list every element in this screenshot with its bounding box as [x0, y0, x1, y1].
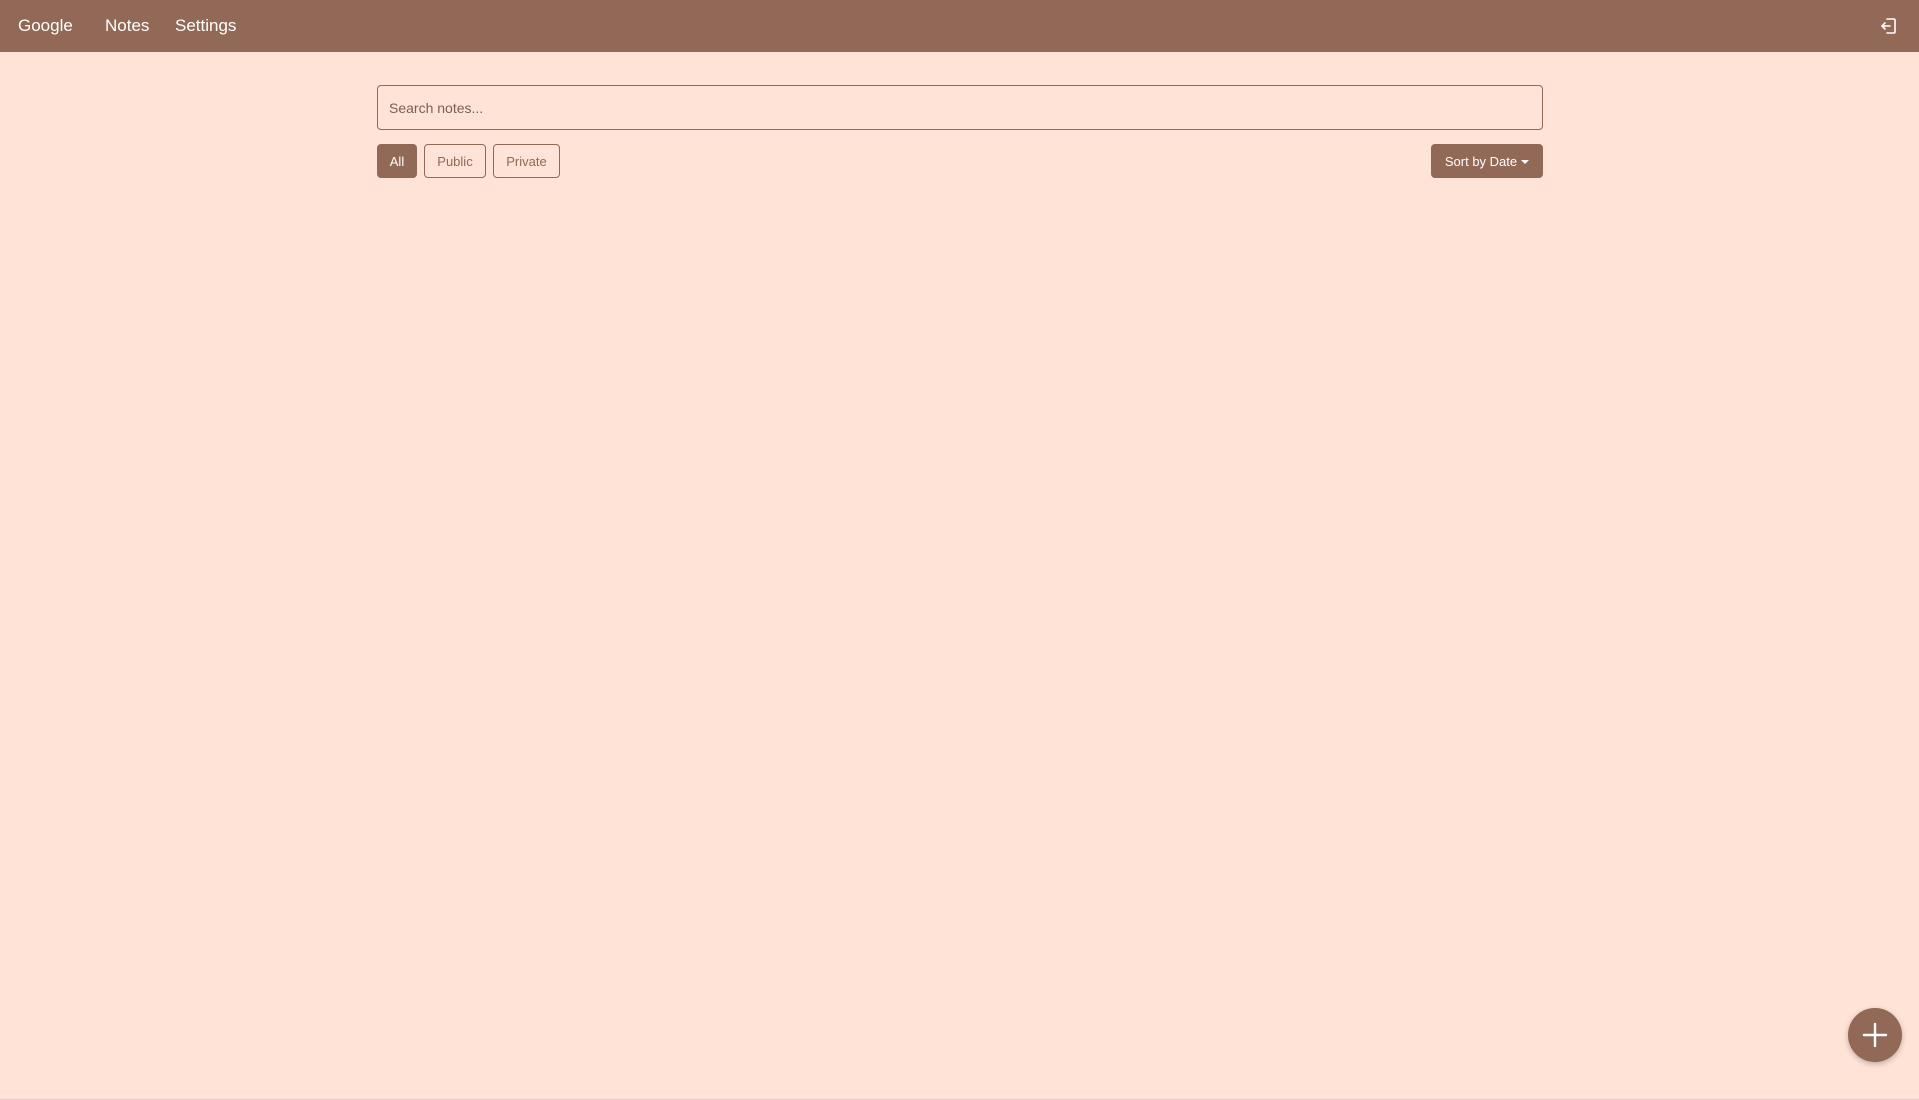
nav-link-notes[interactable]: Notes — [105, 15, 149, 37]
sort-label: Sort by Date — [1444, 153, 1518, 169]
search-input[interactable] — [377, 85, 1543, 130]
top-navbar: Google Notes Settings — [0, 0, 1919, 52]
filter-toolbar: All Public Private Sort by Date — [377, 144, 1543, 178]
brand-link[interactable]: Google — [18, 15, 73, 37]
filter-all-button[interactable]: All — [377, 144, 417, 178]
add-note-button[interactable] — [1848, 1008, 1902, 1062]
caret-down-icon — [1521, 159, 1530, 164]
nav-link-settings[interactable]: Settings — [175, 15, 236, 37]
filter-private-button[interactable]: Private — [493, 144, 560, 178]
plus-icon — [1861, 1021, 1889, 1049]
logout-icon[interactable] — [1879, 16, 1899, 36]
filter-public-button[interactable]: Public — [424, 144, 486, 178]
sort-dropdown-button[interactable]: Sort by Date — [1431, 144, 1543, 178]
main-content: All Public Private Sort by Date — [377, 85, 1543, 178]
